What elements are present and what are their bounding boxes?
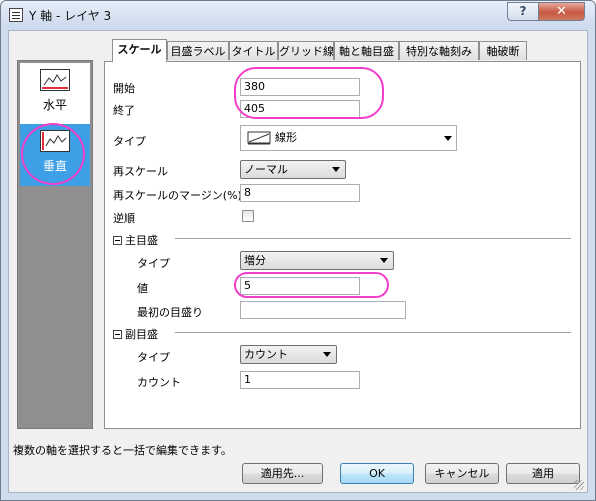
chevron-down-icon <box>380 258 388 263</box>
status-hint: 複数の軸を選択すると一括で編集できます。 <box>13 444 232 457</box>
tab-tick-labels[interactable]: 目盛ラベル <box>167 41 229 60</box>
tab-scale[interactable]: スケール <box>112 39 167 62</box>
horizontal-axis-icon <box>40 69 70 91</box>
collapse-icon <box>113 236 122 245</box>
sidebar-item-horizontal[interactable]: 水平 <box>20 63 90 124</box>
tab-axis-break[interactable]: 軸破断 <box>479 41 527 60</box>
rescale-value: ノーマル <box>244 163 288 176</box>
tab-grid-lines[interactable]: グリッド線 <box>278 41 334 60</box>
minor-count-label: カウント <box>137 376 181 389</box>
window-title: Y 軸 - レイヤ 3 <box>29 9 112 23</box>
reverse-label: 逆順 <box>113 212 135 225</box>
axis-selector: 水平 垂直 <box>17 60 93 429</box>
chevron-down-icon <box>444 136 452 141</box>
tab-axis-and-ticks[interactable]: 軸と軸目盛 <box>334 41 399 60</box>
linear-scale-icon <box>247 131 271 145</box>
tab-title[interactable]: タイトル <box>229 41 278 60</box>
major-type-label: タイプ <box>137 257 170 270</box>
apply-to-button[interactable]: 適用先... <box>242 463 323 484</box>
group-divider <box>175 332 571 333</box>
highlight-circle-vertical <box>21 123 85 185</box>
highlight-major-value <box>234 272 389 298</box>
rescale-label: 再スケール <box>113 165 168 178</box>
minor-type-label: タイプ <box>137 351 170 364</box>
title-bar[interactable]: Y 軸 - レイヤ 3 ? ✕ <box>1 1 595 29</box>
sidebar-item-label: 水平 <box>42 98 67 112</box>
ok-button[interactable]: OK <box>340 463 414 484</box>
group-divider <box>175 238 571 239</box>
resize-grip-icon[interactable] <box>574 480 584 490</box>
rescale-margin-input[interactable]: 8 <box>240 184 360 202</box>
chevron-down-icon <box>323 352 331 357</box>
major-type-dropdown[interactable]: 増分 <box>240 251 394 270</box>
major-value-label: 値 <box>137 282 148 295</box>
scale-type-label: タイプ <box>113 135 146 148</box>
start-label: 開始 <box>113 82 135 95</box>
dialog-body: 水平 垂直 スケール 目盛ラベル タイトル グリッド線 軸と軸目盛 特別な軸刻み… <box>8 30 588 493</box>
reverse-checkbox[interactable] <box>242 210 254 222</box>
end-label: 終了 <box>113 104 135 117</box>
first-tick-input[interactable] <box>240 301 406 319</box>
help-button[interactable]: ? <box>507 2 539 21</box>
rescale-margin-label: 再スケールのマージン(%) <box>113 189 242 202</box>
chevron-down-icon <box>332 167 340 172</box>
app-icon <box>9 8 23 22</box>
tab-special-ticks[interactable]: 特別な軸刻み <box>399 41 479 60</box>
minor-ticks-title: 副目盛 <box>125 328 158 341</box>
close-button[interactable]: ✕ <box>538 2 585 21</box>
major-type-value: 増分 <box>244 254 266 267</box>
minor-ticks-header[interactable]: 副目盛 <box>113 326 158 342</box>
rescale-dropdown[interactable]: ノーマル <box>240 160 346 179</box>
dialog-window: Y 軸 - レイヤ 3 ? ✕ 水平 垂直 スケール 目盛ラベル タイトル グリ… <box>0 0 596 501</box>
first-tick-label: 最初の目盛り <box>137 306 203 319</box>
minor-type-dropdown[interactable]: カウント <box>240 345 337 364</box>
scale-type-value: 線形 <box>275 131 297 144</box>
cancel-button[interactable]: キャンセル <box>425 463 499 484</box>
collapse-icon <box>113 330 122 339</box>
scale-panel: 開始 380 終了 405 タイプ 線形 再スケール ノーマル 再スケールのマー… <box>104 61 581 429</box>
minor-count-input[interactable]: 1 <box>240 371 360 389</box>
minor-type-value: カウント <box>244 348 288 361</box>
scale-type-dropdown[interactable]: 線形 <box>240 125 457 151</box>
major-ticks-title: 主目盛 <box>125 234 158 247</box>
highlight-start-end <box>234 67 384 119</box>
major-ticks-header[interactable]: 主目盛 <box>113 232 158 248</box>
apply-button[interactable]: 適用 <box>506 463 580 484</box>
